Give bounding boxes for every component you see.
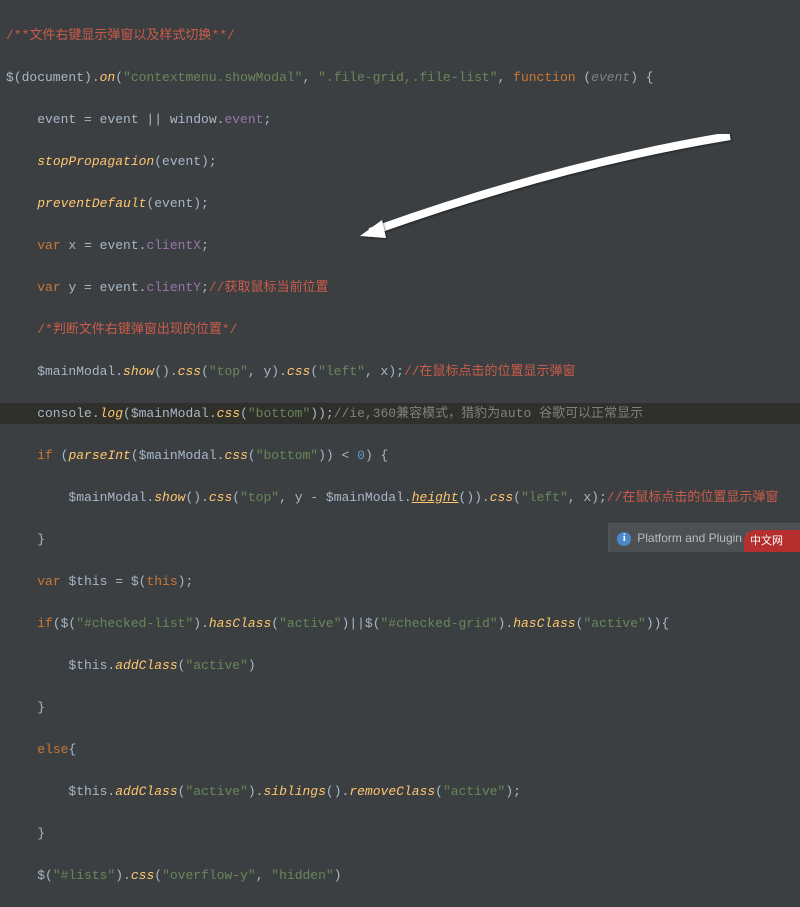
info-icon: i <box>617 532 631 546</box>
caret-line: console.log($mainModal.css("bottom"));//… <box>0 403 800 424</box>
comment: /**文件右键显示弹窗以及样式切换**/ <box>6 28 235 43</box>
code-editor[interactable]: /**文件右键显示弹窗以及样式切换**/ $(document).on("con… <box>0 0 800 907</box>
watermark: 中文网 <box>744 530 800 552</box>
